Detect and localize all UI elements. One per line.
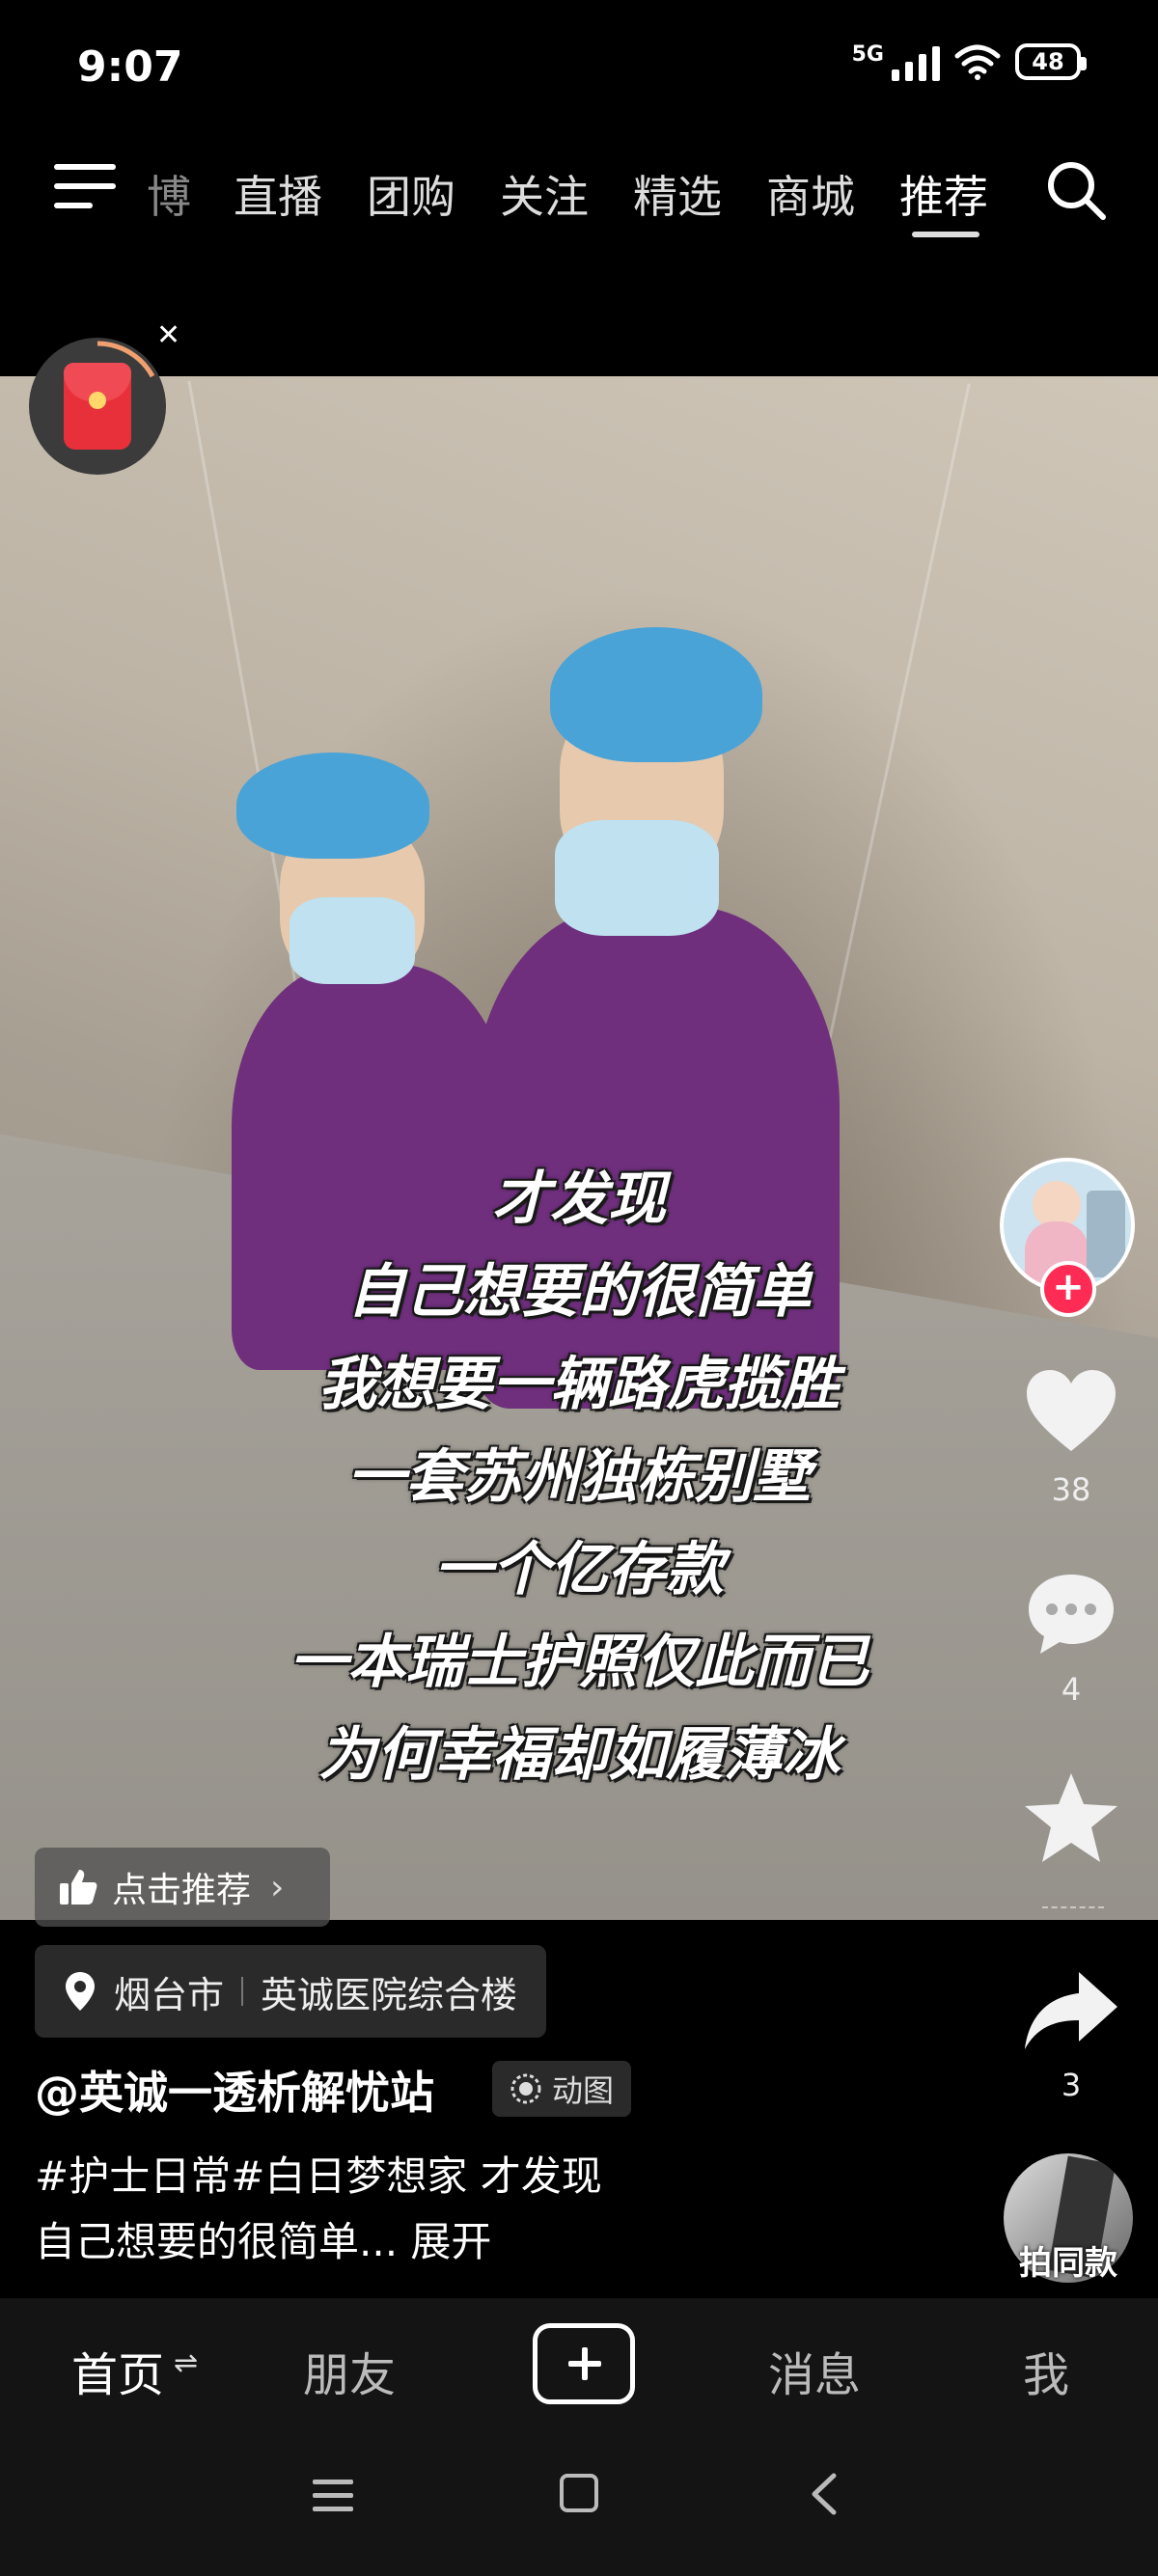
location-pin-icon <box>66 1972 95 2011</box>
follow-button[interactable]: + <box>1040 1261 1096 1317</box>
tab-group-buy[interactable]: 团购 <box>367 162 455 226</box>
tab-recommend[interactable]: 推荐 <box>899 162 988 226</box>
signal-icon <box>892 42 940 81</box>
description-line[interactable]: 自己想要的很简单... 展开 <box>35 2209 491 2268</box>
like-icon[interactable] <box>1023 1368 1119 1455</box>
recommend-chip[interactable]: 点击推荐 › <box>35 1848 330 1927</box>
active-tab-indicator <box>912 232 979 237</box>
battery-level: 48 <box>1032 48 1064 75</box>
tab-live[interactable]: 直播 <box>234 162 322 226</box>
menu-icon[interactable] <box>54 164 116 210</box>
location-chip[interactable]: 烟台市 英诚医院综合楼 <box>35 1945 547 2038</box>
close-icon[interactable]: ✕ <box>156 318 180 352</box>
favorite-icon[interactable] <box>1021 1769 1121 1866</box>
video-player[interactable]: 才发现 自己想要的很简单 我想要一辆路虎揽胜 一套苏州独栋别墅 一个亿存款 一本… <box>0 376 1158 1920</box>
refresh-toggle-icon[interactable]: ⇌ <box>174 2346 198 2380</box>
share-count: 3 <box>1061 2067 1082 2103</box>
description-line[interactable]: #护士日常#白日梦想家 才发现 <box>35 2144 602 2203</box>
search-icon[interactable] <box>1044 158 1108 222</box>
favorite-count-obscured <box>1042 1868 1104 1908</box>
caption-line: 才发现 <box>492 1165 666 1233</box>
bottom-nav: 首页 ⇌ 朋友 消息 我 <box>0 2298 1158 2433</box>
tab-following[interactable]: 关注 <box>500 162 589 226</box>
create-button[interactable] <box>533 2323 635 2404</box>
video-caption: 才发现 自己想要的很简单 我想要一辆路虎揽胜 一套苏州独栋别墅 一个亿存款 一本… <box>0 1153 1158 1801</box>
thumbs-up-icon <box>60 1870 97 1905</box>
tab-partial[interactable]: 博 <box>147 162 191 226</box>
battery-icon: 48 <box>1015 43 1087 80</box>
red-envelope-button[interactable] <box>29 338 166 475</box>
divider <box>241 1977 244 2006</box>
animated-icon <box>510 2073 541 2104</box>
nav-me[interactable]: 我 <box>1023 2337 1069 2404</box>
wifi-icon <box>954 44 1001 80</box>
caption-line: 一套苏州独栋别墅 <box>347 1443 811 1511</box>
animated-image-badge: 动图 <box>492 2061 632 2117</box>
system-nav-bar <box>0 2433 1158 2576</box>
chevron-right-icon: › <box>270 1867 285 1907</box>
top-nav: 博 直播 团购 关注 精选 商城 推荐 <box>0 145 1158 241</box>
comment-icon[interactable] <box>1025 1571 1117 1658</box>
status-time: 9:07 <box>77 42 183 92</box>
caption-line: 为何幸福却如履薄冰 <box>318 1721 840 1789</box>
caption-line: 一个亿存款 <box>434 1536 724 1603</box>
caption-line: 我想要一辆路虎揽胜 <box>318 1351 840 1418</box>
location-city: 烟台市 <box>114 1973 225 2016</box>
status-icons: 5G 48 <box>851 42 1087 81</box>
badge-label: 动图 <box>552 2072 615 2109</box>
location-place: 英诚医院综合楼 <box>261 1973 518 2016</box>
red-envelope-icon <box>64 363 131 450</box>
author-handle[interactable]: @英诚一透析解忧站 <box>35 2058 434 2122</box>
network-label: 5G <box>851 42 884 67</box>
tab-featured[interactable]: 精选 <box>633 162 722 226</box>
back-icon[interactable] <box>805 2470 843 2518</box>
comment-count: 4 <box>1061 1671 1082 1708</box>
tab-mall[interactable]: 商城 <box>766 162 855 226</box>
recent-apps-icon[interactable] <box>309 2474 357 2516</box>
home-icon[interactable] <box>558 2472 600 2514</box>
caption-line: 一本瑞士护照仅此而已 <box>290 1629 868 1696</box>
nav-home[interactable]: 首页 <box>71 2337 164 2404</box>
nav-messages[interactable]: 消息 <box>768 2337 861 2404</box>
share-icon[interactable] <box>1021 1968 1121 2055</box>
recommend-label: 点击推荐 <box>112 1871 252 1910</box>
same-style-button[interactable]: 拍同款 <box>986 2236 1150 2284</box>
nav-friends[interactable]: 朋友 <box>303 2337 396 2404</box>
caption-line: 自己想要的很简单 <box>347 1258 811 1326</box>
like-count: 38 <box>1051 1471 1091 1508</box>
